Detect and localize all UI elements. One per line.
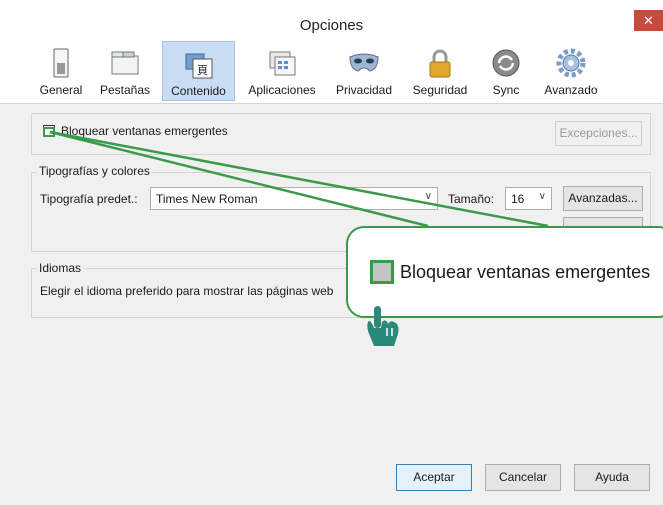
help-button[interactable]: Ayuda [574,464,650,491]
zoom-callout: Bloquear ventanas emergentes [346,226,663,318]
cancel-button[interactable]: Cancelar [485,464,561,491]
callout-checkbox [370,260,394,284]
callout-label: Bloquear ventanas emergentes [400,262,651,282]
pointer-hand-icon [367,306,399,346]
accept-button[interactable]: Aceptar [396,464,472,491]
